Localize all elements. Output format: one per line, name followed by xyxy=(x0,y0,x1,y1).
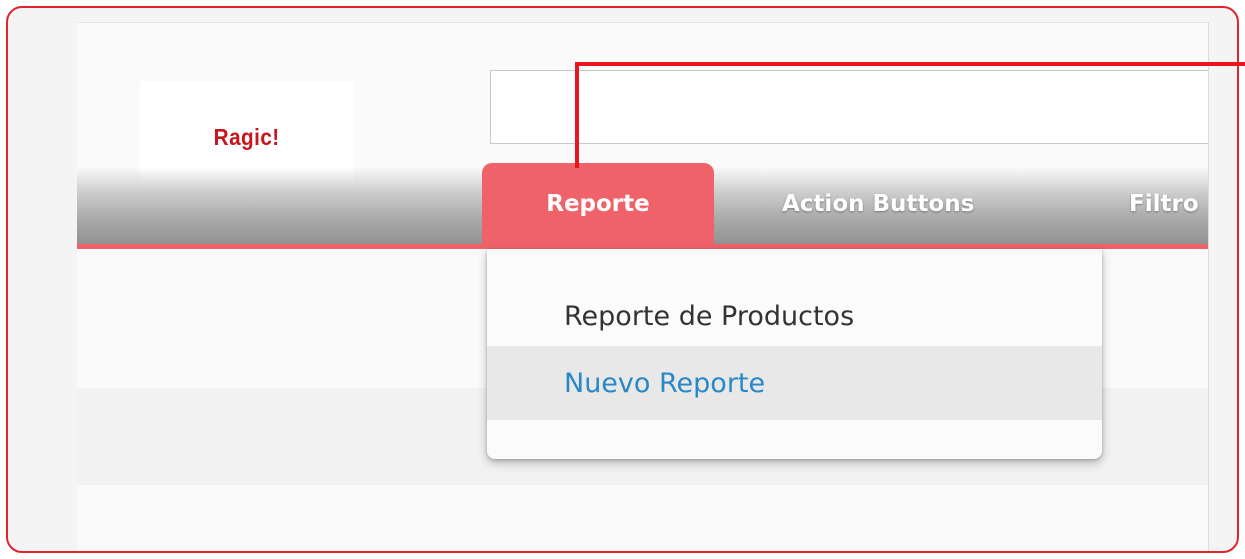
tab-reporte[interactable]: Reporte xyxy=(482,163,714,244)
tab-reporte-label: Reporte xyxy=(546,190,650,217)
callout-line-vertical xyxy=(575,62,579,168)
tab-filtro-label: Filtro xyxy=(1129,190,1199,217)
menu-item-nuevo-reporte[interactable]: Nuevo Reporte xyxy=(487,346,1102,420)
callout-line-horizontal xyxy=(575,62,1245,66)
tab-filtro[interactable]: Filtro xyxy=(1129,163,1208,244)
search-input[interactable] xyxy=(490,70,1208,144)
tab-action-buttons-label: Action Buttons xyxy=(782,190,975,217)
tab-action-buttons[interactable]: Action Buttons xyxy=(782,163,1007,244)
app-window: Ragic! Reporte Action Buttons Filtro Rep… xyxy=(77,22,1209,551)
menu-item-label: Nuevo Reporte xyxy=(564,367,766,399)
highlight-frame: Ragic! Reporte Action Buttons Filtro Rep… xyxy=(6,6,1239,553)
logo-text: Ragic! xyxy=(214,123,280,150)
reporte-dropdown-menu: Reporte de Productos Nuevo Reporte xyxy=(487,249,1102,459)
menu-item-label: Reporte de Productos xyxy=(564,300,855,332)
menu-item-reporte-de-productos[interactable]: Reporte de Productos xyxy=(487,279,1102,353)
